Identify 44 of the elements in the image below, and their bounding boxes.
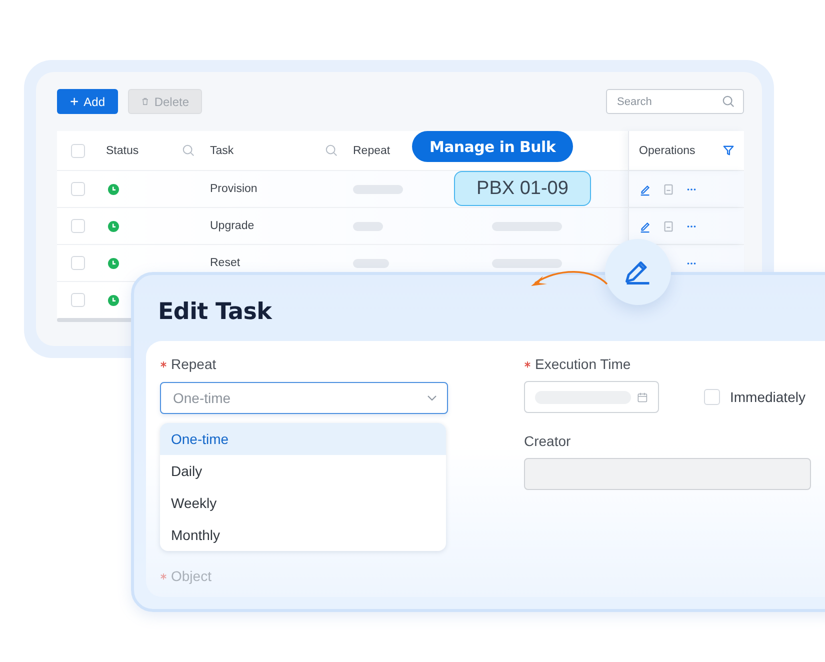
add-button[interactable]: Add [57,89,118,114]
search-field[interactable]: Search [606,89,744,114]
field-label: Execution Time [535,356,631,372]
device-range-label: PBX 01-09 [454,171,591,206]
checkbox[interactable] [71,182,85,196]
field-label: Object [171,568,212,584]
column-header: Task [210,144,234,156]
repeat-select[interactable]: One-time [160,382,448,414]
dropdown-option[interactable]: Weekly [160,487,446,519]
column-header: Operations [639,144,696,156]
skeleton-bar [353,258,389,268]
search-icon[interactable] [325,144,338,157]
calendar-icon[interactable] [637,390,648,404]
dropdown-option[interactable]: Daily [160,455,446,487]
checkbox[interactable] [71,256,85,270]
date-field[interactable] [524,381,659,413]
task-name: Provision [210,183,258,195]
dropdown-option[interactable]: Monthly [160,519,446,551]
plus-icon [70,96,79,107]
skeleton-bar [492,258,562,268]
field-label: Repeat [171,356,216,372]
column-header: Repeat [353,144,390,156]
dialog-title: Edit Task [158,299,272,327]
checkbox-label: Immediately [730,389,806,405]
search-icon[interactable] [722,95,735,108]
column-header: Status [106,144,139,156]
search-icon[interactable] [182,144,195,157]
document-icon[interactable] [662,220,675,232]
field-label: Creator [524,433,571,449]
task-name: Upgrade [210,220,254,232]
checkbox[interactable] [71,219,85,233]
document-icon[interactable] [662,182,675,196]
skeleton-bar [353,184,403,194]
checkbox[interactable] [71,293,85,307]
checkbox[interactable] [704,389,720,405]
checkbox[interactable] [71,144,85,158]
edit-icon[interactable] [639,182,652,196]
trash-icon [141,96,150,107]
dropdown-option[interactable]: One-time [160,423,446,455]
tooltip: Manage in Bulk [412,131,573,162]
task-name: Reset [210,257,240,269]
filter-icon[interactable] [723,145,734,156]
skeleton-bar [353,222,383,230]
edit-icon[interactable] [639,220,652,232]
